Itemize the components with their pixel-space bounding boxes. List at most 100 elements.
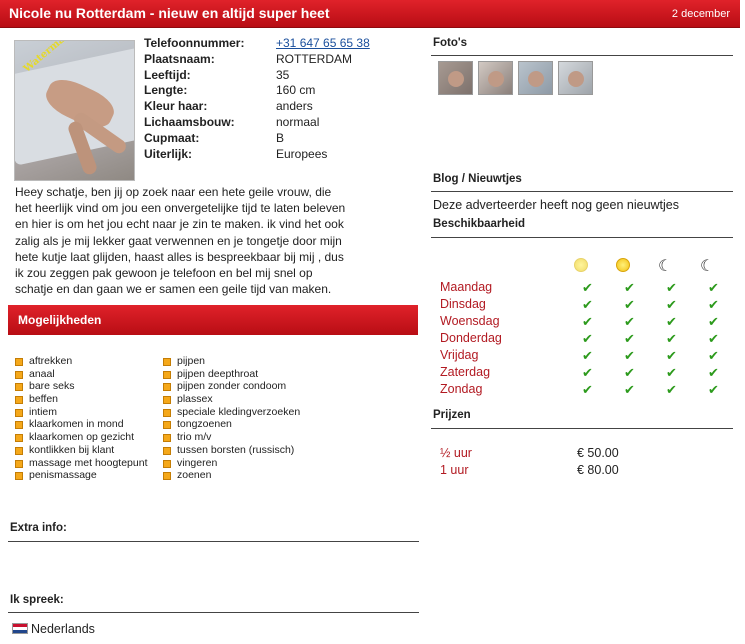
option-item: klaarkomen in mond [15, 418, 148, 431]
bullet-square-icon [15, 446, 23, 455]
option-item: trio m/v [163, 431, 300, 444]
available-check-icon: ✔ [624, 297, 635, 312]
bullet-square-icon [163, 383, 171, 392]
field-label: Cupmaat: [144, 130, 200, 145]
field-label: Lengte: [144, 83, 188, 98]
option-item: tussen borsten (russisch) [163, 444, 300, 457]
available-check-icon: ✔ [666, 331, 677, 346]
profile-details: Telefoonnummer: +31 647 65 65 38 Plaatsna… [144, 36, 424, 162]
available-check-icon: ✔ [666, 382, 677, 397]
option-item: tongzoenen [163, 418, 300, 431]
photo-thumbnail[interactable] [558, 61, 593, 95]
options-column-2: pijpen pijpen deepthroat pijpen zonder c… [163, 355, 300, 482]
option-item: speciale kledingverzoeken [163, 406, 300, 419]
bio-line: hete kutje laat glijden, haast alles is … [15, 249, 344, 264]
photo-thumbnail[interactable] [518, 61, 553, 95]
field-label: Kleur haar: [144, 99, 208, 114]
night-moon-icon: ☾ [700, 258, 715, 275]
field-value: Europees [276, 146, 328, 161]
photo-thumbnail[interactable] [438, 61, 473, 95]
field-value: normaal [276, 114, 320, 129]
bio-line: zalig als je mij lekker gaat verwennen e… [15, 233, 342, 248]
divider [8, 541, 419, 542]
afternoon-sun-icon [616, 258, 630, 272]
price-duration: 1 uur [440, 463, 469, 477]
available-check-icon: ✔ [708, 314, 719, 329]
divider [431, 191, 733, 192]
bullet-square-icon [15, 472, 23, 481]
bullet-square-icon [163, 408, 171, 417]
bullet-square-icon [15, 396, 23, 405]
mogelijkheden-header: Mogelijkheden [8, 305, 418, 335]
photos-label: Foto's [433, 37, 468, 49]
options-column-1: aftrekken anaal bare seks beffen intiem … [15, 355, 148, 482]
blog-label: Blog / Nieuwtjes [433, 173, 522, 185]
available-check-icon: ✔ [582, 297, 593, 312]
title-bar: Nicole nu Rotterdam - nieuw en altijd su… [0, 0, 740, 28]
bullet-square-icon [15, 383, 23, 392]
option-item: pijpen [163, 355, 300, 368]
field-value: anders [276, 99, 313, 114]
bio-line: en hier is om het jou echt naar je zin t… [15, 217, 344, 232]
available-check-icon: ✔ [624, 382, 635, 397]
bio-line: ik zou zeggen pak gewoon je telefoon en … [15, 266, 313, 281]
divider [431, 237, 733, 238]
available-check-icon: ✔ [624, 348, 635, 363]
field-value: 35 [276, 67, 290, 82]
prices-label: Prijzen [433, 409, 471, 421]
bullet-square-icon [15, 358, 23, 366]
morning-sun-icon [574, 258, 588, 272]
available-check-icon: ✔ [582, 331, 593, 346]
available-check-icon: ✔ [582, 348, 593, 363]
photo-thumbnail[interactable] [478, 61, 513, 95]
field-value: 160 cm [276, 83, 316, 98]
available-check-icon: ✔ [582, 365, 593, 380]
price-amount: € 80.00 [577, 463, 619, 477]
ad-date: 2 december [671, 8, 730, 20]
schedule-day: Dinsdag [440, 297, 486, 311]
bullet-square-icon [163, 446, 171, 455]
bullet-square-icon [163, 421, 171, 430]
option-item: bare seks [15, 380, 148, 393]
available-check-icon: ✔ [624, 314, 635, 329]
languages-label: Ik spreek: [10, 594, 64, 606]
available-check-icon: ✔ [666, 280, 677, 295]
option-item: massage met hoogtepunt [15, 457, 148, 470]
available-check-icon: ✔ [582, 280, 593, 295]
bullet-square-icon [15, 434, 23, 443]
divider [431, 428, 733, 429]
schedule-day: Woensdag [440, 314, 500, 328]
phone-link[interactable]: +31 647 65 65 38 [276, 36, 370, 52]
schedule-day: Vrijdag [440, 348, 479, 362]
bullet-square-icon [15, 421, 23, 430]
evening-moon-icon: ☾ [658, 258, 673, 275]
option-item: plassex [163, 393, 300, 406]
available-check-icon: ✔ [624, 365, 635, 380]
available-check-icon: ✔ [708, 280, 719, 295]
available-check-icon: ✔ [708, 348, 719, 363]
available-check-icon: ✔ [624, 280, 635, 295]
schedule-day: Donderdag [440, 331, 502, 345]
available-check-icon: ✔ [666, 348, 677, 363]
bio-line: het heerlijk vind om jou een onvergeteli… [15, 201, 346, 216]
bio-line: Heey schatje, ben jij op zoek naar een h… [15, 185, 332, 199]
schedule-day: Maandag [440, 280, 493, 294]
field-label: Plaatsnaam: [144, 51, 215, 66]
available-check-icon: ✔ [624, 331, 635, 346]
main-photo[interactable]: Watermark [14, 40, 135, 181]
available-check-icon: ✔ [708, 365, 719, 380]
language-item: Nederlands [31, 622, 95, 636]
bullet-square-icon [163, 459, 171, 468]
available-check-icon: ✔ [708, 297, 719, 312]
bullet-square-icon [163, 434, 171, 443]
option-item: vingeren [163, 457, 300, 470]
field-label: Lichaamsbouw: [144, 114, 235, 129]
bullet-square-icon [163, 396, 171, 405]
blog-text: Deze adverteerder heeft nog geen nieuwtj… [433, 198, 679, 212]
bullet-square-icon [15, 370, 23, 379]
option-item: klaarkomen op gezicht [15, 431, 148, 444]
divider [8, 612, 419, 613]
bullet-square-icon [163, 472, 171, 481]
option-item: aftrekken [15, 355, 148, 368]
option-item: intiem [15, 406, 148, 419]
